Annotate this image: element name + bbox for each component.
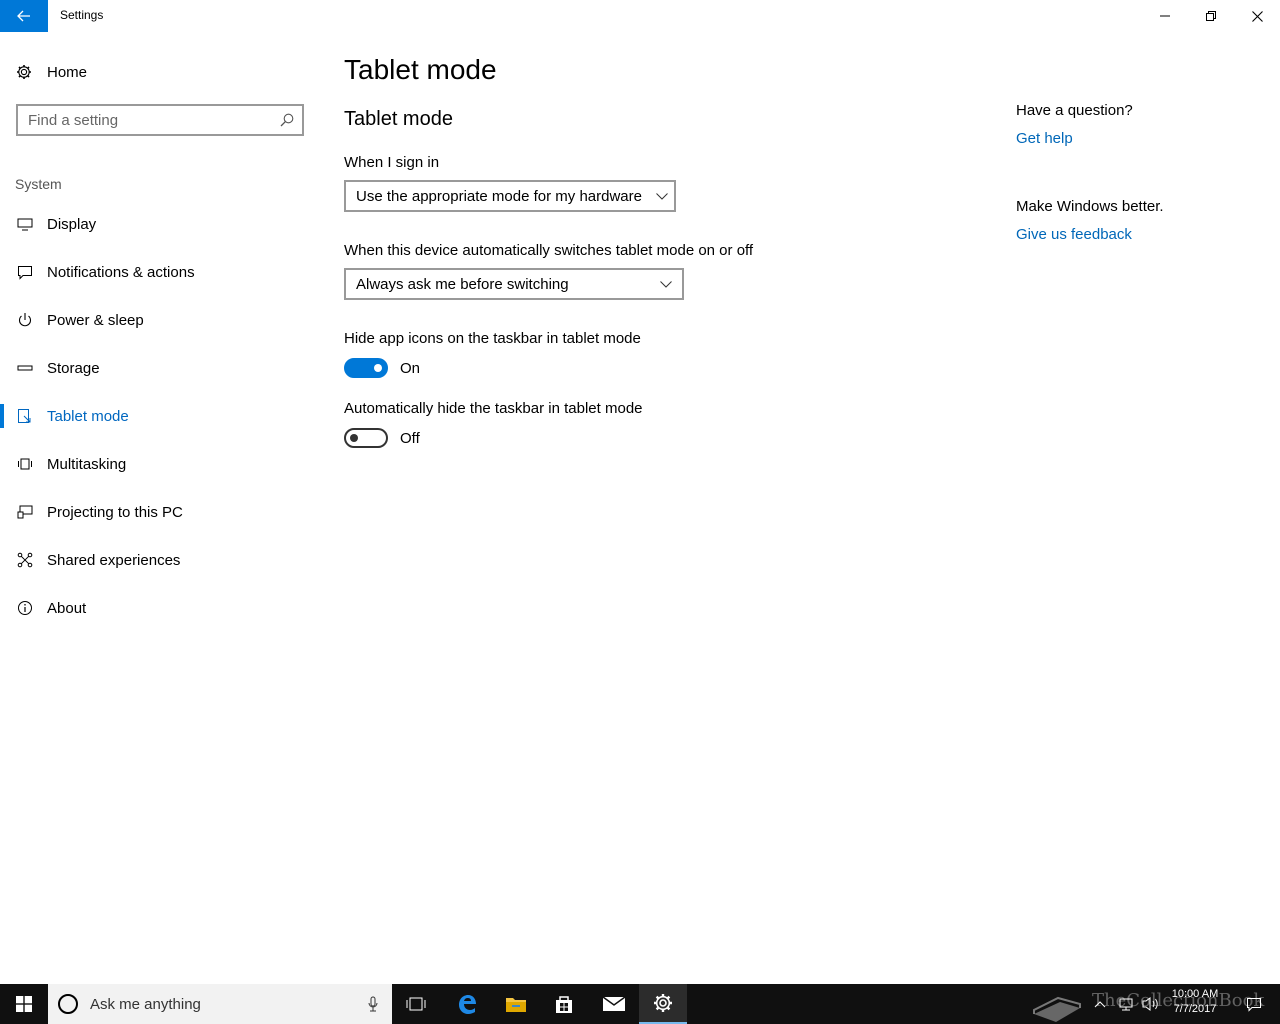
task-view-icon (406, 997, 426, 1011)
nav-list: Display Notifications & actions Power & … (0, 200, 320, 632)
book-logo-icon (1033, 996, 1081, 1022)
sign-in-value: Use the appropriate mode for my hardware (356, 187, 642, 205)
start-button[interactable] (0, 984, 48, 1024)
search-box[interactable] (16, 104, 304, 136)
storage-icon (17, 365, 33, 371)
clock[interactable]: 10:00 AM 7/7/2017 (1162, 987, 1228, 1017)
minimize-icon (1160, 15, 1170, 17)
search-icon[interactable] (280, 113, 294, 127)
sidebar-item-label: Power & sleep (47, 311, 144, 329)
close-icon (1251, 10, 1263, 22)
chevron-up-icon[interactable] (1094, 1000, 1106, 1008)
action-center-button[interactable] (1234, 984, 1274, 1024)
sidebar-item-tablet-mode[interactable]: Tablet mode (0, 392, 320, 440)
volume-icon[interactable] (1142, 996, 1160, 1012)
sidebar-item-storage[interactable]: Storage (0, 344, 320, 392)
toggle-knob (374, 364, 382, 372)
sidebar-item-notifications[interactable]: Notifications & actions (0, 248, 320, 296)
projecting-icon (17, 505, 33, 519)
home-label: Home (47, 63, 88, 81)
gear-icon (17, 65, 31, 79)
gear-icon (654, 994, 672, 1012)
monitor-icon (17, 218, 33, 231)
auto-switch-dropdown[interactable]: Always ask me before switching (344, 268, 684, 300)
store-bag-icon (556, 996, 572, 1013)
auto-switch-label: When this device automatically switches … (344, 242, 754, 259)
power-icon (19, 313, 31, 327)
cortana-icon (58, 994, 78, 1014)
info-icon (18, 601, 32, 615)
sidebar-item-about[interactable]: About (0, 584, 320, 632)
chevron-down-icon (656, 192, 668, 200)
notification-icon (1247, 998, 1261, 1012)
hide-taskbar-toggle[interactable] (344, 428, 388, 448)
sign-in-label: When I sign in (344, 154, 440, 171)
mail-icon (602, 996, 626, 1011)
help-question: Have a question? (1016, 102, 1133, 119)
window-title: Settings (60, 8, 104, 22)
mail-button[interactable] (590, 984, 638, 1024)
taskbar: Ask me anything TheCollectionBook 10:00 … (0, 984, 1280, 1024)
sidebar: Home System Display Notifications & acti… (0, 32, 320, 984)
clock-time: 10:00 AM (1171, 988, 1219, 1000)
edge-icon (459, 995, 476, 1014)
shared-experiences-icon (17, 552, 33, 568)
folder-icon (506, 998, 526, 1012)
close-button[interactable] (1234, 0, 1280, 32)
sidebar-item-label: Shared experiences (47, 551, 181, 569)
title-bar: Settings (0, 0, 1280, 32)
restore-button[interactable] (1188, 0, 1234, 32)
task-view-button[interactable] (392, 984, 440, 1024)
sidebar-item-label: Display (47, 215, 97, 233)
toggle-knob (350, 434, 358, 442)
file-explorer-button[interactable] (492, 984, 540, 1024)
tablet-mode-icon (18, 409, 31, 423)
sidebar-item-label: Projecting to this PC (47, 503, 183, 521)
cortana-search-box[interactable]: Ask me anything (48, 984, 392, 1024)
section-title: Tablet mode (344, 108, 453, 130)
multitasking-icon (18, 458, 32, 470)
hide-icons-state: On (400, 360, 421, 377)
sidebar-item-label: Tablet mode (47, 407, 129, 425)
back-arrow-icon (17, 10, 30, 22)
sign-in-dropdown[interactable]: Use the appropriate mode for my hardware (344, 180, 676, 212)
microphone-icon[interactable] (368, 996, 378, 1012)
network-icon[interactable] (1118, 996, 1134, 1012)
edge-button[interactable] (443, 984, 491, 1024)
cortana-text: Ask me anything (90, 995, 201, 1013)
sidebar-item-projecting[interactable]: Projecting to this PC (0, 488, 320, 536)
sidebar-item-label: About (47, 599, 87, 617)
hide-taskbar-label: Automatically hide the taskbar in tablet… (344, 400, 643, 417)
back-button[interactable] (0, 0, 48, 32)
group-label-system: System (15, 176, 62, 192)
hide-icons-label: Hide app icons on the taskbar in tablet … (344, 330, 641, 347)
hide-taskbar-state: Off (400, 430, 420, 447)
sidebar-item-power-sleep[interactable]: Power & sleep (0, 296, 320, 344)
sidebar-item-multitasking[interactable]: Multitasking (0, 440, 320, 488)
settings-taskbar-button[interactable] (639, 984, 687, 1024)
chevron-down-icon (660, 280, 672, 288)
sidebar-item-display[interactable]: Display (0, 200, 320, 248)
speech-bubble-icon (18, 266, 32, 280)
sidebar-item-label: Multitasking (47, 455, 127, 473)
system-tray (1094, 984, 1160, 1024)
sidebar-home[interactable]: Home (16, 60, 87, 84)
search-input[interactable] (18, 106, 278, 134)
restore-icon (1206, 11, 1216, 21)
get-help-link[interactable]: Get help (1016, 130, 1073, 147)
store-button[interactable] (540, 984, 588, 1024)
sidebar-item-label: Notifications & actions (47, 263, 195, 281)
windows-logo-icon (16, 996, 32, 1012)
page-title: Tablet mode (344, 54, 497, 85)
minimize-button[interactable] (1142, 0, 1188, 32)
sidebar-item-label: Storage (47, 359, 100, 377)
auto-switch-value: Always ask me before switching (356, 275, 569, 293)
feedback-link[interactable]: Give us feedback (1016, 226, 1132, 243)
windows-better-text: Make Windows better. (1016, 198, 1164, 215)
clock-date: 7/7/2017 (1173, 1003, 1217, 1015)
hide-icons-toggle[interactable] (344, 358, 388, 378)
sidebar-item-shared-experiences[interactable]: Shared experiences (0, 536, 320, 584)
